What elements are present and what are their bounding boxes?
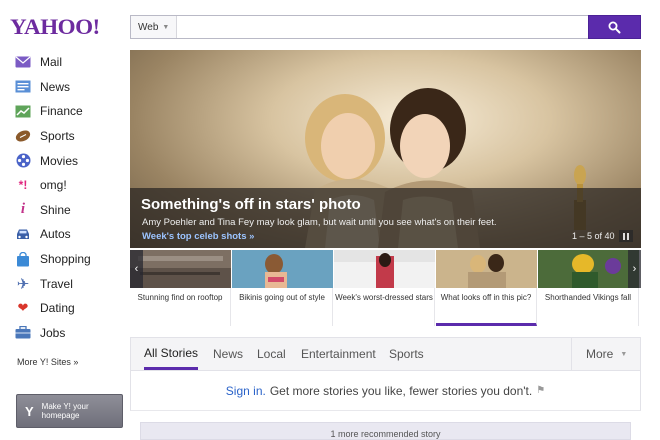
stream-tabs: All Stories News Local Entertainment Spo… — [130, 337, 641, 371]
mail-icon — [14, 54, 32, 70]
sidebar-item-label: News — [40, 79, 71, 94]
tab-all-stories[interactable]: All Stories — [144, 338, 199, 370]
more-recommended-bar[interactable]: 1 more recommended story — [140, 422, 631, 440]
thumbnail-item[interactable]: Shorthanded Vikings fall — [538, 250, 639, 326]
thumbnail-image — [232, 250, 333, 288]
thumbnail-item[interactable]: Week's worst-dressed stars — [334, 250, 435, 326]
hearts-icon: ❤ — [17, 300, 29, 316]
more-sites-link[interactable]: More Y! Sites » — [17, 357, 78, 367]
search-button[interactable] — [588, 15, 641, 39]
yahoo-y-icon: Y — [25, 403, 34, 419]
finance-icon — [14, 103, 32, 119]
sidebar-item-omg[interactable]: *! omg! — [14, 173, 124, 198]
thumbnail-label: Shorthanded Vikings fall — [538, 288, 639, 326]
thumbnail-label: Stunning find on rooftop — [130, 288, 231, 326]
sidebar-item-label: omg! — [40, 178, 67, 193]
omg-icon: *! — [18, 178, 28, 193]
hero-summary: Amy Poehler and Tina Fey may look glam, … — [142, 217, 497, 228]
tab-local[interactable]: Local — [257, 338, 286, 370]
search-bar: Web ▼ — [130, 15, 589, 39]
pause-icon[interactable] — [619, 230, 633, 242]
make-homepage-label: Make Y! your homepage — [41, 402, 89, 420]
sidebar-item-label: Shine — [40, 202, 71, 217]
sidebar-nav: Mail News Finance Sports Movies *! omg! … — [14, 50, 124, 345]
carousel-prev-arrow[interactable]: ‹ — [130, 250, 143, 288]
sidebar-item-label: Autos — [40, 227, 71, 242]
hero-counter: 1 – 5 of 40 — [572, 231, 615, 241]
carousel-next-arrow[interactable]: › — [628, 250, 641, 288]
football-icon — [14, 128, 32, 144]
signin-prompt: Sign in. Get more stories you like, fewe… — [130, 371, 641, 411]
flag-icon[interactable]: ⚑ — [536, 385, 545, 396]
yahoo-logo[interactable]: YAHOO! — [10, 14, 100, 40]
sidebar-item-sports[interactable]: Sports — [14, 124, 124, 149]
sidebar-item-travel[interactable]: ✈ Travel — [14, 271, 124, 296]
sidebar-item-news[interactable]: News — [14, 75, 124, 100]
car-icon — [14, 226, 32, 242]
tab-more-dropdown[interactable]: More ▼ — [571, 338, 641, 370]
shopping-bag-icon — [14, 251, 32, 267]
hero-caption: Something's off in stars' photo Amy Poeh… — [130, 188, 641, 248]
thumbnail-item[interactable]: What looks off in this pic? — [436, 250, 537, 326]
sidebar-item-movies[interactable]: Movies — [14, 148, 124, 173]
sidebar-item-jobs[interactable]: Jobs — [14, 321, 124, 346]
thumbnail-label: What looks off in this pic? — [436, 288, 537, 326]
signin-text: Get more stories you like, fewer stories… — [269, 383, 533, 398]
search-input[interactable] — [177, 16, 588, 38]
thumbnail-strip: Stunning find on rooftop Bikinis going o… — [130, 250, 641, 326]
sidebar-item-label: Finance — [40, 104, 83, 119]
thumbnail-item[interactable]: Stunning find on rooftop — [130, 250, 231, 326]
sidebar-item-shine[interactable]: i Shine — [14, 198, 124, 223]
thumbnail-image — [436, 250, 537, 288]
thumbnail-item[interactable]: Bikinis going out of style — [232, 250, 333, 326]
search-scope-label: Web — [138, 21, 159, 33]
sidebar-item-label: Movies — [40, 153, 79, 168]
sidebar-item-label: Sports — [40, 129, 75, 144]
make-homepage-button[interactable]: Y Make Y! your homepage — [16, 394, 123, 428]
hero-title[interactable]: Something's off in stars' photo — [141, 196, 361, 213]
search-icon — [608, 21, 621, 33]
briefcase-icon — [14, 325, 32, 341]
thumbnail-image — [334, 250, 435, 288]
sidebar-item-finance[interactable]: Finance — [14, 99, 124, 124]
plane-icon: ✈ — [16, 275, 30, 293]
sidebar-item-label: Mail — [40, 55, 63, 70]
chevron-down-icon: ▼ — [162, 23, 170, 31]
tab-more-label: More — [586, 347, 614, 361]
thumbnail-image — [538, 250, 639, 288]
hero-link[interactable]: Week's top celeb shots » — [142, 231, 254, 242]
sidebar-item-label: Shopping — [40, 252, 91, 267]
tab-sports[interactable]: Sports — [389, 338, 424, 370]
tab-news[interactable]: News — [213, 338, 243, 370]
shine-icon: i — [20, 201, 26, 218]
chevron-down-icon: ▼ — [620, 350, 628, 358]
thumbnail-label: Week's worst-dressed stars — [334, 288, 435, 326]
thumbnail-label: Bikinis going out of style — [232, 288, 333, 326]
sidebar-item-mail[interactable]: Mail — [14, 50, 124, 75]
sidebar-item-label: Travel — [40, 276, 73, 291]
sidebar-item-label: Dating — [40, 301, 75, 316]
signin-link[interactable]: Sign in. — [226, 384, 266, 398]
hero-carousel[interactable]: Something's off in stars' photo Amy Poeh… — [130, 50, 641, 248]
sidebar-item-autos[interactable]: Autos — [14, 222, 124, 247]
sidebar-item-shopping[interactable]: Shopping — [14, 247, 124, 272]
sidebar-item-label: Jobs — [40, 325, 66, 340]
chevron-right-icon: › — [632, 263, 637, 275]
search-scope-dropdown[interactable]: Web ▼ — [131, 16, 178, 38]
chevron-left-icon: ‹ — [134, 263, 139, 275]
film-reel-icon — [14, 153, 32, 169]
sidebar-item-dating[interactable]: ❤ Dating — [14, 296, 124, 321]
news-icon — [14, 79, 32, 95]
tab-entertainment[interactable]: Entertainment — [301, 338, 376, 370]
thumbnail-image — [130, 250, 231, 288]
